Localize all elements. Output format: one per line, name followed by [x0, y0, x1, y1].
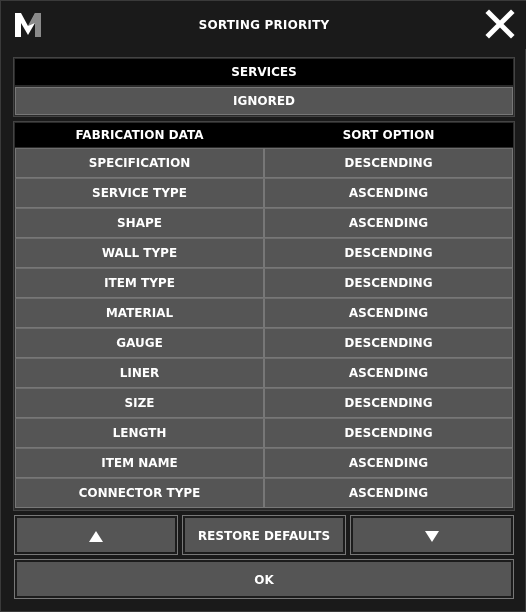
table-row[interactable]: CONNECTOR TYPE ASCENDING: [15, 478, 513, 508]
dialog-title: SORTING PRIORITY: [198, 18, 330, 32]
column-header-fabrication-data: FABRICATION DATA: [75, 128, 204, 142]
sort-option-cell[interactable]: DESCENDING: [264, 328, 513, 358]
sort-option-cell[interactable]: ASCENDING: [264, 298, 513, 328]
table-row[interactable]: ITEM TYPE DESCENDING: [15, 268, 513, 298]
table-row[interactable]: MATERIAL ASCENDING: [15, 298, 513, 328]
table-row[interactable]: WALL TYPE DESCENDING: [15, 238, 513, 268]
field-cell[interactable]: CONNECTOR TYPE: [15, 478, 264, 508]
field-cell[interactable]: LINER: [15, 358, 264, 388]
triangle-up-icon: [89, 531, 103, 542]
column-header-sort-option: SORT OPTION: [342, 128, 435, 142]
table-row[interactable]: SIZE DESCENDING: [15, 388, 513, 418]
sort-option-cell[interactable]: DESCENDING: [264, 238, 513, 268]
table-row[interactable]: SERVICE TYPE ASCENDING: [15, 178, 513, 208]
sort-option-cell[interactable]: ASCENDING: [264, 178, 513, 208]
services-sort-option[interactable]: IGNORED: [15, 87, 513, 115]
sort-option-cell[interactable]: DESCENDING: [264, 418, 513, 448]
field-cell[interactable]: ITEM TYPE: [15, 268, 264, 298]
field-cell[interactable]: WALL TYPE: [15, 238, 264, 268]
title-bar: SORTING PRIORITY: [1, 1, 526, 49]
table-header: FABRICATION DATA SORT OPTION: [15, 123, 513, 147]
sort-option-cell[interactable]: DESCENDING: [264, 148, 513, 178]
services-header: SERVICES: [15, 59, 513, 85]
close-icon[interactable]: [485, 9, 515, 39]
sort-option-cell[interactable]: ASCENDING: [264, 448, 513, 478]
table-row[interactable]: SHAPE ASCENDING: [15, 208, 513, 238]
sort-option-cell[interactable]: DESCENDING: [264, 268, 513, 298]
triangle-down-icon: [425, 531, 439, 542]
table-row[interactable]: LENGTH DESCENDING: [15, 418, 513, 448]
field-cell[interactable]: SHAPE: [15, 208, 264, 238]
sort-option-cell[interactable]: ASCENDING: [264, 358, 513, 388]
table-body: SPECIFICATION DESCENDING SERVICE TYPE ASCE…: [15, 148, 513, 508]
sort-option-cell[interactable]: DESCENDING: [264, 388, 513, 418]
ok-button[interactable]: OK: [14, 559, 514, 599]
field-cell[interactable]: GAUGE: [15, 328, 264, 358]
field-cell[interactable]: ITEM NAME: [15, 448, 264, 478]
table-row[interactable]: GAUGE DESCENDING: [15, 328, 513, 358]
field-cell[interactable]: SPECIFICATION: [15, 148, 264, 178]
sort-option-cell[interactable]: ASCENDING: [264, 208, 513, 238]
field-cell[interactable]: SERVICE TYPE: [15, 178, 264, 208]
table-row[interactable]: ITEM NAME ASCENDING: [15, 448, 513, 478]
field-cell[interactable]: MATERIAL: [15, 298, 264, 328]
table-row[interactable]: LINER ASCENDING: [15, 358, 513, 388]
field-cell[interactable]: LENGTH: [15, 418, 264, 448]
sort-option-cell[interactable]: ASCENDING: [264, 478, 513, 508]
table-row[interactable]: SPECIFICATION DESCENDING: [15, 148, 513, 178]
field-cell[interactable]: SIZE: [15, 388, 264, 418]
restore-defaults-button[interactable]: RESTORE DEFAULTS: [182, 515, 346, 555]
move-down-button[interactable]: [350, 515, 514, 555]
move-up-button[interactable]: [14, 515, 178, 555]
sorting-priority-dialog: SORTING PRIORITY SERVICES IGNORED FABRIC…: [0, 0, 526, 612]
